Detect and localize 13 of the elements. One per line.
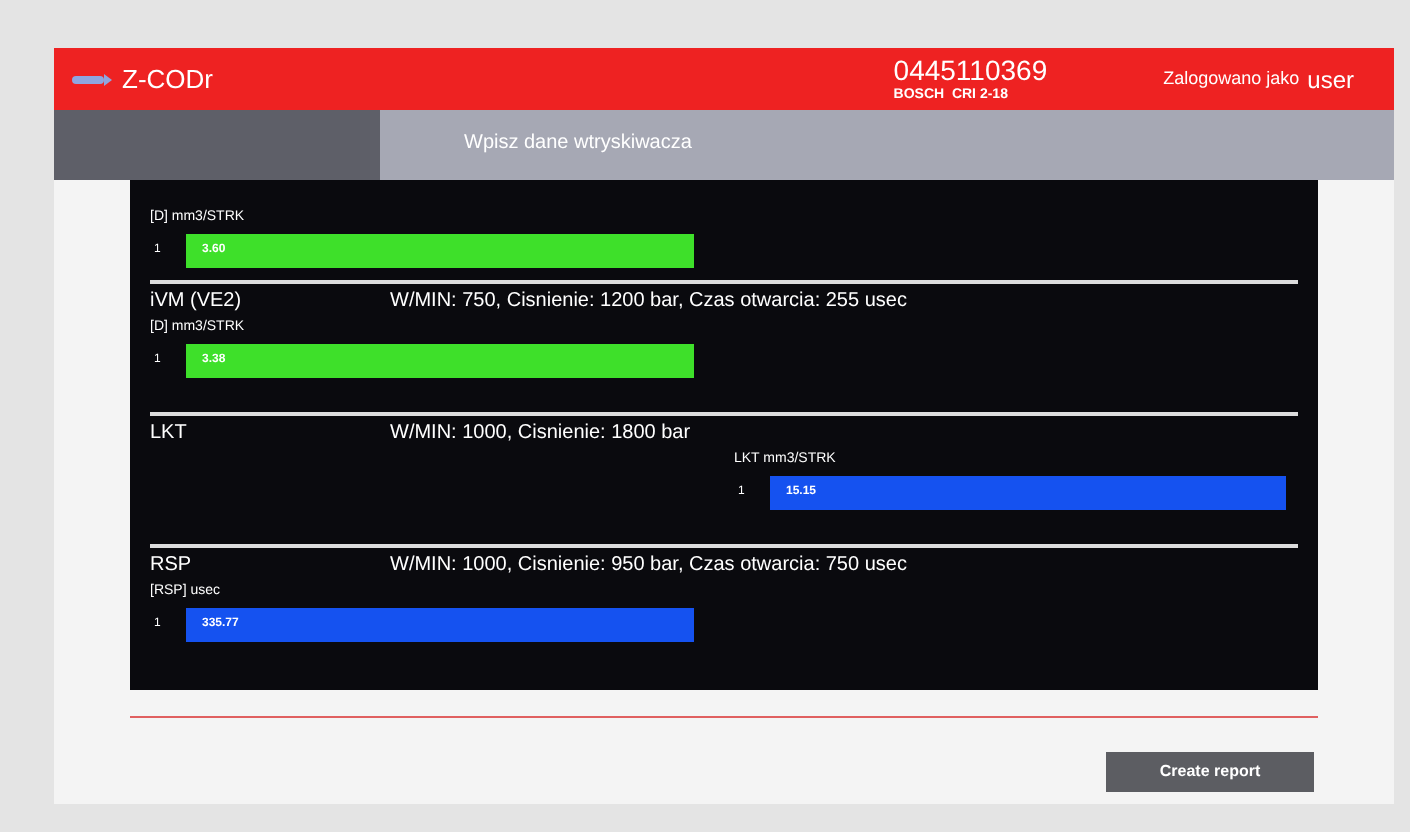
section-description: W/MIN: 1000, Cisnienie: 950 bar, Czas otwarcia: 750 usec (390, 552, 907, 580)
section-description: W/MIN: 750, Cisnienie: 1200 bar, Czas otwarcia: 255 usec (390, 288, 907, 316)
user-name: user (1307, 63, 1354, 97)
section-title: LKT (150, 420, 189, 448)
section-description: W/MIN: 1000, Cisnienie: 1800 bar (390, 420, 691, 448)
section-title: iVM (VE2) (150, 288, 244, 316)
injector-number: 0445110369 (893, 56, 1048, 84)
injector-icon (70, 71, 114, 87)
section-title: RSP (150, 552, 194, 580)
login-label: Zalogowano jako (1163, 65, 1300, 92)
app-name: Z-CODr (122, 61, 213, 98)
create-report-button[interactable]: Create report (1106, 752, 1314, 792)
subheader-title: Wpisz dane wtryskiwacza (464, 132, 692, 154)
